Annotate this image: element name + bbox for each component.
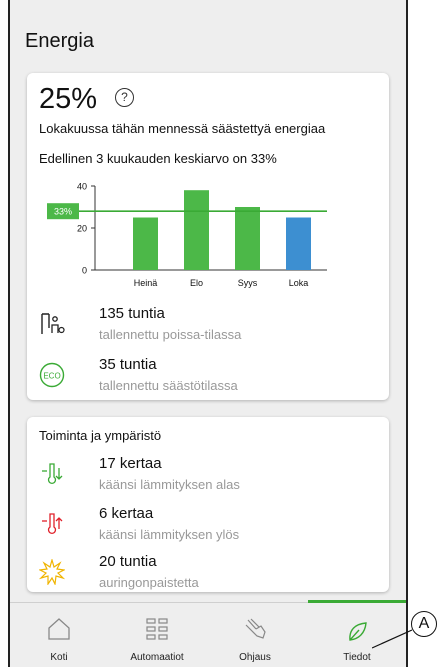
grid-icon <box>146 618 168 640</box>
sun-icon <box>39 559 65 585</box>
leaf-icon <box>349 622 367 641</box>
nav-item-control[interactable]: Ohjaus <box>206 603 304 667</box>
callout-label: A <box>411 611 437 637</box>
bar-heinä <box>133 217 158 270</box>
activity-value: 17 kertaa <box>99 455 162 472</box>
thermometer-up-icon <box>42 513 63 535</box>
svg-text:ECO: ECO <box>43 372 60 381</box>
stat-label: tallennettu poissa-tilassa <box>99 327 242 342</box>
help-icon[interactable]: ? <box>115 88 134 107</box>
activity-item-heating-up: 6 kertaa käänsi lämmityksen ylös <box>39 505 369 545</box>
nav-label: Ohjaus <box>239 652 271 663</box>
average-badge-label: 33% <box>54 207 72 217</box>
away-mode-icon <box>41 313 65 334</box>
activity-title: Toiminta ja ympäristö <box>39 428 162 443</box>
bottom-navigation: Koti Automaatiot Ohjaus Tiedot <box>10 600 406 667</box>
app-screen: Energia 25% ? Lokakuussa tähän mennessä … <box>8 0 408 667</box>
nav-item-home[interactable]: Koti <box>10 603 108 667</box>
hand-icon <box>245 618 266 639</box>
thermometer-down-icon <box>42 463 63 485</box>
bar-syys <box>235 207 260 270</box>
x-tick-label: Loka <box>289 278 309 288</box>
nav-item-automations[interactable]: Automaatiot <box>108 603 206 667</box>
callout-line <box>372 629 412 649</box>
nav-label: Automaatiot <box>130 652 184 663</box>
y-tick-label: 20 <box>77 224 87 234</box>
activity-label: käänsi lämmityksen alas <box>99 477 240 492</box>
stat-value: 35 tuntia <box>99 356 157 373</box>
activity-label: auringonpaistetta <box>99 575 199 590</box>
saved-description: Lokakuussa tähän mennessä säästettyä ene… <box>39 121 326 136</box>
activity-item-sunshine: 20 tuntia auringonpaistetta <box>39 553 369 593</box>
bar-elo <box>184 190 209 270</box>
activity-label: käänsi lämmityksen ylös <box>99 527 240 542</box>
activity-card: Toiminta ja ympäristö 17 kertaa käänsi l… <box>27 417 389 592</box>
bar-loka <box>286 217 311 270</box>
y-tick-label: 40 <box>77 182 87 192</box>
x-tick-label: Heinä <box>134 278 158 288</box>
activity-value: 6 kertaa <box>99 505 154 522</box>
stat-away-mode: 135 tuntia tallennettu poissa-tilassa <box>39 305 369 345</box>
monthly-savings-chart: 0 20 40 Heinä Elo Syys Loka 33% <box>47 182 327 288</box>
page-title: Energia <box>25 30 94 52</box>
activity-item-heating-down: 17 kertaa käänsi lämmityksen alas <box>39 455 369 495</box>
stat-label: tallennettu säästötilassa <box>99 378 238 393</box>
nav-label: Tiedot <box>343 652 371 663</box>
energy-summary-card: 25% ? Lokakuussa tähän mennessä säästett… <box>27 73 389 400</box>
activity-value: 20 tuntia <box>99 553 157 570</box>
saved-percent: 25% <box>39 83 98 115</box>
stat-eco-mode: ECO 35 tuntia tallennettu säästötilassa <box>39 356 369 396</box>
nav-label: Koti <box>50 652 68 663</box>
y-tick-label: 0 <box>82 266 87 276</box>
x-tick-label: Elo <box>190 278 203 288</box>
eco-icon: ECO <box>39 362 65 388</box>
average-text: Edellinen 3 kuukauden keskiarvo on 33% <box>39 151 277 166</box>
home-icon <box>48 618 70 640</box>
header: Energia <box>10 0 406 66</box>
x-tick-label: Syys <box>238 278 258 288</box>
stat-value: 135 tuntia <box>99 305 165 322</box>
